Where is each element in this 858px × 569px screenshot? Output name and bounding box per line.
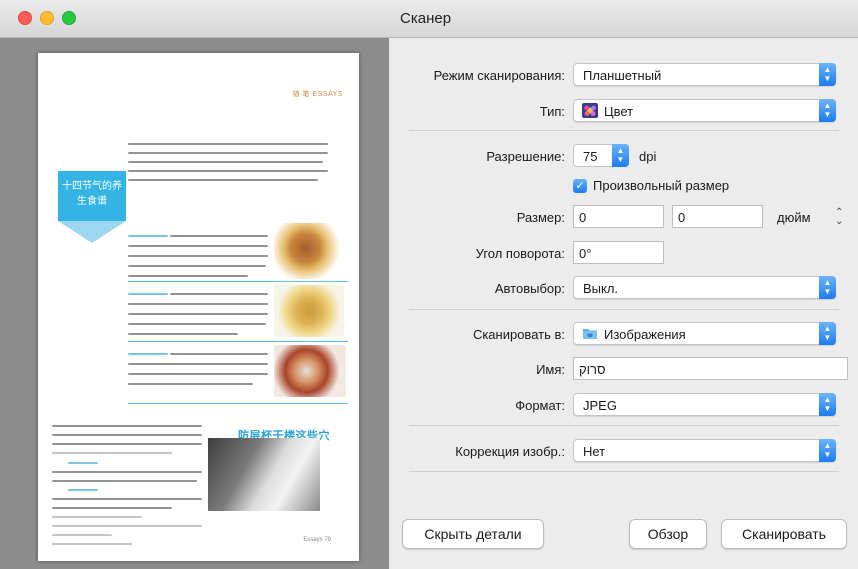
scan-preview-pane[interactable]: 随 笔 ESSAYS 十四节气的养生食谱 防层杯干楼这些穴 Essays 79 [0,38,389,569]
window-title: Сканер [400,10,452,27]
folder-icon [583,329,597,339]
row-custom-size: ✓ Произвольный размер [389,176,858,200]
color-flower-icon [582,103,598,118]
minimize-window-button[interactable] [40,11,54,25]
resolution-popup[interactable]: 75 ▲ ▼ [573,144,629,167]
chevron-updown-icon[interactable]: ⌃ ⌄ [835,208,843,227]
format-label: Формат: [515,398,565,413]
separator [409,425,839,426]
article-title-box: 十四节气的养生食谱 [58,171,126,221]
size-height-field[interactable]: 0 [672,205,763,228]
row-size: Размер: 0 0 дюйм ⌃ ⌄ [389,205,858,229]
scan-to-label: Сканировать в: [472,327,565,342]
scanned-page-preview[interactable]: 随 笔 ESSAYS 十四节气的养生食谱 防层杯干楼这些穴 Essays 79 [38,53,359,561]
chevron-updown-icon: ▲ ▼ [819,276,836,299]
rotation-value: 0° [579,246,592,261]
scan-mode-label: Режим сканирования: [433,68,565,83]
correction-label: Коррекция изобр.: [455,444,565,459]
row-scan-mode: Режим сканирования: Планшетный ▲ ▼ [389,63,858,87]
page-number: Essays 79 [303,537,331,543]
row-autoselect: Автовыбор: Выкл. ▲ ▼ [389,276,858,300]
scan-mode-popup[interactable]: Планшетный ▲ ▼ [573,63,836,86]
kind-popup[interactable]: Цвет ▲ ▼ [573,99,836,122]
article-title: 十四节气的养生食谱 [62,181,122,207]
chevron-updown-icon: ▲ ▼ [819,99,836,122]
resolution-label: Разрешение: [486,149,565,164]
row-kind: Тип: Цвет ▲ ▼ [389,99,858,123]
name-field[interactable]: סרוק [573,357,848,380]
chevron-updown-icon: ▲ ▼ [819,322,836,345]
row-rotation: Угол поворота: 0° [389,241,858,265]
row-scan-to: Сканировать в: Изображения ▲ ▼ [389,322,858,346]
scan-mode-value: Планшетный [583,68,662,83]
title-box-pointer [58,221,126,243]
food-photo-3 [274,345,346,397]
custom-size-checkbox[interactable]: ✓ [573,179,587,193]
scan-settings-panel: Режим сканирования: Планшетный ▲ ▼ Тип: Ц… [389,38,858,569]
name-label: Имя: [536,362,565,377]
name-value: סרוק [579,362,606,377]
chevron-updown-icon: ▲ ▼ [819,439,836,462]
correction-value: Нет [583,444,606,459]
row-resolution: Разрешение: 75 ▲ ▼ dpi [389,144,858,168]
hide-details-button[interactable]: Скрыть детали [402,519,544,549]
correction-popup[interactable]: Нет ▲ ▼ [573,439,836,462]
scan-to-popup[interactable]: Изображения ▲ ▼ [573,322,836,345]
zoom-window-button[interactable] [62,11,76,25]
autoselect-label: Автовыбор: [494,281,565,296]
size-height-value: 0 [678,210,686,225]
chevron-updown-icon: ▲ ▼ [819,63,836,86]
separator [409,130,839,131]
row-name: Имя: סרוק [389,357,858,381]
row-correction: Коррекция изобр.: Нет ▲ ▼ [389,439,858,463]
food-photo-1 [274,223,344,279]
size-width-value: 0 [579,210,587,225]
separator [409,471,839,472]
resolution-unit: dpi [639,149,657,164]
food-photo-2 [274,285,344,337]
essays-tag: 随 笔 ESSAYS [292,91,343,98]
kind-value: Цвет [604,104,634,119]
rotation-label: Угол поворота: [475,246,565,261]
rotation-field[interactable]: 0° [573,241,664,264]
chevron-updown-icon: ▲ ▼ [612,144,629,167]
chevron-updown-icon: ▲ ▼ [819,393,836,416]
browse-button[interactable]: Обзор [629,519,707,549]
row-format: Формат: JPEG ▲ ▼ [389,393,858,417]
hand-mouse-photo [208,438,320,511]
scan-button[interactable]: Сканировать [721,519,847,549]
resolution-value: 75 [583,149,598,164]
autoselect-popup[interactable]: Выкл. ▲ ▼ [573,276,836,299]
close-window-button[interactable] [18,11,32,25]
title-bar: Сканер [0,0,858,38]
size-width-field[interactable]: 0 [573,205,664,228]
autoselect-value: Выкл. [583,281,619,296]
kind-label: Тип: [539,104,565,119]
size-unit-popup[interactable]: дюйм [777,210,811,225]
custom-size-label[interactable]: Произвольный размер [593,178,729,193]
format-value: JPEG [583,398,617,413]
format-popup[interactable]: JPEG ▲ ▼ [573,393,836,416]
separator [409,309,839,310]
size-label: Размер: [516,210,565,225]
scan-to-value: Изображения [604,327,686,342]
